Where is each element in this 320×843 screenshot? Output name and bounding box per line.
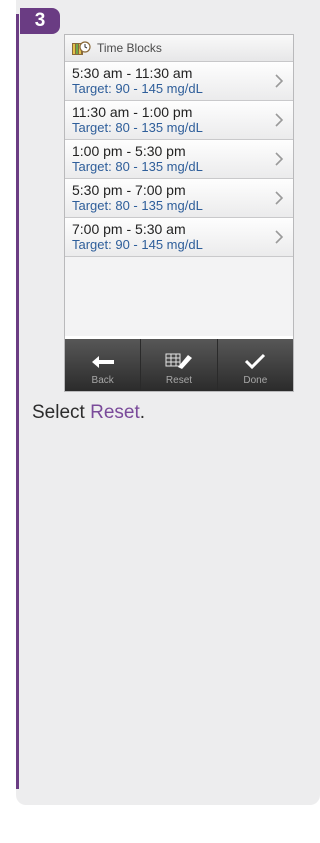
back-label: Back [91,375,114,386]
target-range: Target: 80 - 135 mg/dL [72,198,203,213]
target-range: Target: 90 - 145 mg/dL [72,237,203,252]
time-range: 5:30 pm - 7:00 pm [72,182,186,198]
instruction-suffix: . [139,402,146,423]
target-range: Target: 90 - 145 mg/dL [72,81,203,96]
time-block-row[interactable]: 1:00 pm - 5:30 pm Target: 80 - 135 mg/dL [65,140,293,179]
time-range: 11:30 am - 1:00 pm [72,104,193,120]
chevron-right-icon [275,230,284,244]
chevron-right-icon [275,113,284,127]
time-range: 1:00 pm - 5:30 pm [72,143,186,159]
eraser-grid-icon [165,353,192,369]
time-range: 5:30 am - 11:30 am [72,65,193,81]
chevron-right-icon [275,74,284,88]
instruction-prefix: Select [32,402,91,423]
reset-label: Reset [165,375,193,386]
done-button[interactable]: Done [218,339,293,391]
target-range: Target: 80 - 135 mg/dL [72,120,203,135]
time-range: 7:00 pm - 5:30 am [72,221,186,237]
time-block-row[interactable]: 7:00 pm - 5:30 am Target: 90 - 145 mg/dL [65,218,293,257]
reset-button[interactable]: Reset [141,339,218,391]
time-block-row[interactable]: 5:30 pm - 7:00 pm Target: 80 - 135 mg/dL [65,179,293,218]
screen-footer: Back Reset Done [65,339,293,391]
device-screen: Time Blocks 5:30 am - 11:30 am Target: 9… [64,34,294,392]
time-blocks-icon [71,40,91,56]
checkmark-icon [245,353,266,370]
back-button[interactable]: Back [65,339,142,391]
reset-link-text: Reset [90,402,140,423]
target-range: Target: 80 - 135 mg/dL [72,159,203,174]
chevron-right-icon [275,152,284,166]
arrow-left-icon [91,356,114,368]
done-label: Done [243,375,268,386]
empty-list-area [65,257,293,336]
screen-header: Time Blocks [65,35,293,62]
step-number-badge: 3 [20,8,60,34]
time-block-row[interactable]: 5:30 am - 11:30 am Target: 90 - 145 mg/d… [65,62,293,101]
chevron-right-icon [275,191,284,205]
time-block-row[interactable]: 11:30 am - 1:00 pm Target: 80 - 135 mg/d… [65,101,293,140]
panel-accent-rule [16,14,19,789]
screen-title: Time Blocks [97,41,162,55]
instruction-text: Select Reset. [32,402,145,424]
